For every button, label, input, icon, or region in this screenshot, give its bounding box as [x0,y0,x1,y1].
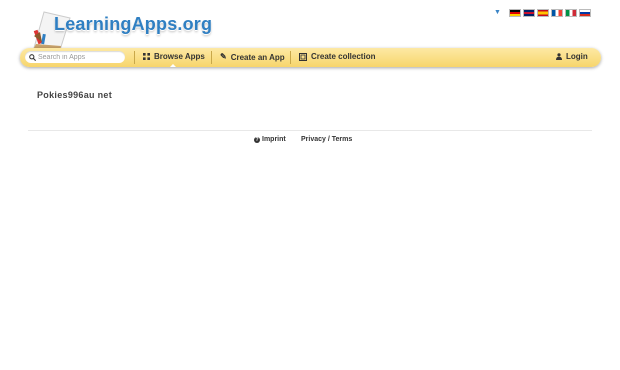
french-flag-icon[interactable] [550,8,563,17]
logo[interactable]: LearningApps.org [30,2,230,50]
collection-icon [299,52,307,61]
login-label: Login [566,52,588,61]
create-collection-link[interactable]: Create collection [299,52,375,61]
russian-flag-icon[interactable] [578,8,591,17]
uk-flag-icon[interactable] [522,8,535,17]
search-input[interactable] [36,52,124,62]
caret-down-icon[interactable]: ▼ [494,8,501,17]
nav-separator [290,51,291,64]
spanish-flag-icon[interactable] [536,8,549,17]
search-box[interactable] [25,51,125,63]
create-app-link[interactable]: ✎ Create an App [220,52,285,62]
privacy-terms-link[interactable]: Privacy / Terms [301,136,352,143]
language-selector[interactable]: ▼ [494,8,591,17]
browse-apps-link[interactable]: Browse Apps [143,52,205,61]
search-icon [29,53,36,61]
login-link[interactable]: Login [556,52,588,61]
nav-separator [211,51,212,64]
grid-icon [143,53,150,60]
question-circle-icon: ? [254,136,260,143]
pencil-icon: ✎ [220,52,227,61]
nav-separator [134,51,135,64]
german-flag-icon[interactable] [508,8,521,17]
imprint-link[interactable]: ? Imprint [254,136,286,143]
main-navbar: Browse Apps ✎ Create an App Create colle… [20,48,601,67]
italian-flag-icon[interactable] [564,8,577,17]
create-app-label: Create an App [230,52,285,62]
logo-text: LearningApps.org [54,14,213,34]
footer-divider [28,130,592,131]
imprint-label: Imprint [262,136,286,143]
browse-apps-label: Browse Apps [154,52,205,61]
page-title: Pokies996au net [37,90,113,100]
user-icon [556,53,562,60]
create-collection-label: Create collection [311,52,376,61]
active-indicator [170,64,176,67]
